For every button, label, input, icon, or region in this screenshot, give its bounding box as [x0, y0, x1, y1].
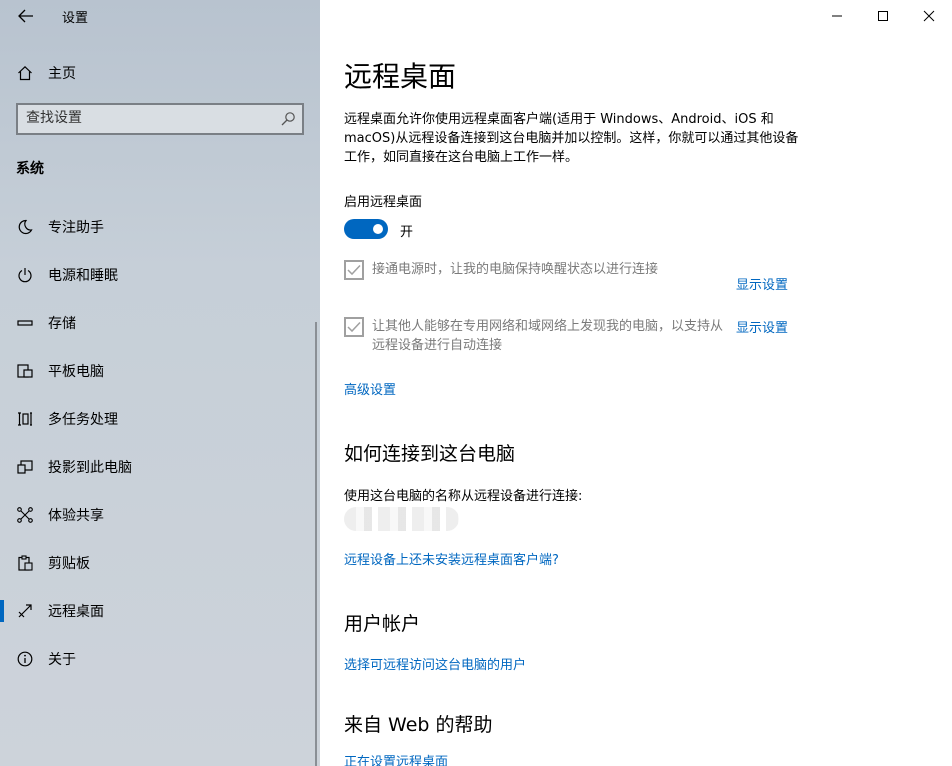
clipboard-icon	[15, 553, 35, 573]
close-button[interactable]	[906, 0, 952, 32]
show-settings-link-2[interactable]: 显示设置	[736, 317, 788, 336]
sidebar-item-label: 关于	[48, 652, 76, 668]
close-icon	[923, 10, 935, 22]
enable-remote-desktop-label: 启用远程桌面	[344, 195, 423, 210]
sidebar-item-power-sleep[interactable]: 电源和睡眠	[0, 255, 320, 295]
main-content: 远程桌面 远程桌面允许你使用远程桌面客户端(适用于 Windows、Androi…	[320, 0, 952, 766]
sidebar-item-clipboard[interactable]: 剪贴板	[0, 543, 320, 583]
remote-desktop-toggle[interactable]	[344, 219, 388, 239]
sidebar-item-label: 体验共享	[48, 508, 104, 524]
sidebar-item-remote-desktop[interactable]: 远程桌面	[0, 591, 320, 631]
sidebar-item-label: 投影到此电脑	[48, 460, 132, 476]
toggle-knob	[373, 224, 383, 234]
web-help-heading: 来自 Web 的帮助	[344, 714, 493, 736]
discoverable-label: 让其他人能够在专用网络和域网络上发现我的电脑，以支持从远程设备进行自动连接	[372, 319, 724, 353]
sidebar-item-label: 远程桌面	[48, 604, 104, 620]
sidebar-item-label: 专注助手	[48, 220, 104, 236]
maximize-icon	[878, 11, 888, 21]
client-not-installed-link[interactable]: 远程设备上还未安装远程桌面客户端?	[344, 549, 559, 568]
keep-awake-label: 接通电源时，让我的电脑保持唤醒状态以进行连接	[372, 262, 659, 277]
advanced-settings-link[interactable]: 高级设置	[344, 379, 396, 398]
sidebar-item-tablet[interactable]: 平板电脑	[0, 351, 320, 391]
multitask-icon	[15, 409, 35, 429]
pc-name-label: 使用这台电脑的名称从远程设备进行连接:	[344, 489, 583, 504]
maximize-button[interactable]	[860, 0, 906, 32]
sidebar-scrollbar[interactable]	[315, 322, 317, 766]
checkmark-icon	[347, 321, 361, 333]
search-box[interactable]	[16, 103, 304, 135]
setting-up-remote-desktop-link[interactable]: 正在设置远程桌面	[344, 751, 448, 766]
user-accounts-heading: 用户帐户	[344, 613, 421, 635]
storage-icon	[15, 313, 35, 333]
sidebar-item-project[interactable]: 投影到此电脑	[0, 447, 320, 487]
sidebar-item-label: 电源和睡眠	[48, 268, 118, 284]
sidebar-item-about[interactable]: 关于	[0, 639, 320, 679]
page-title: 远程桌面	[344, 60, 457, 93]
toggle-state-label: 开	[400, 225, 414, 240]
sidebar-item-label: 多任务处理	[48, 412, 118, 428]
sidebar: 设置 主页 系统 专注助手 电源和睡眠 存储 平板电脑	[0, 0, 320, 766]
sidebar-item-storage[interactable]: 存储	[0, 303, 320, 343]
show-settings-link-1[interactable]: 显示设置	[736, 274, 788, 293]
remote-desktop-icon	[15, 601, 35, 621]
sidebar-item-label: 主页	[48, 66, 76, 82]
section-header: 系统	[16, 161, 44, 177]
sidebar-item-label: 平板电脑	[48, 364, 104, 380]
pc-name-redacted	[344, 507, 459, 531]
home-icon	[15, 63, 35, 83]
discoverable-checkbox[interactable]	[344, 317, 364, 337]
search-icon[interactable]	[280, 111, 296, 127]
keep-awake-checkbox[interactable]	[344, 260, 364, 280]
connect-heading: 如何连接到这台电脑	[344, 443, 516, 465]
moon-icon	[15, 217, 35, 237]
minimize-button[interactable]	[814, 0, 860, 32]
tablet-icon	[15, 361, 35, 381]
minimize-icon	[832, 15, 842, 17]
checkmark-icon	[347, 264, 361, 276]
search-input[interactable]	[26, 110, 266, 126]
share-icon	[15, 505, 35, 525]
select-users-link[interactable]: 选择可远程访问这台电脑的用户	[344, 654, 526, 673]
power-icon	[15, 265, 35, 285]
sidebar-item-label: 存储	[48, 316, 76, 332]
back-button[interactable]	[12, 3, 40, 29]
sidebar-item-label: 剪贴板	[48, 556, 90, 572]
sidebar-item-multitasking[interactable]: 多任务处理	[0, 399, 320, 439]
window-title: 设置	[62, 11, 89, 26]
back-arrow-icon	[18, 9, 33, 23]
project-icon	[15, 457, 35, 477]
info-icon	[15, 649, 35, 669]
sidebar-item-home[interactable]: 主页	[0, 53, 320, 93]
sidebar-item-focus-assist[interactable]: 专注助手	[0, 207, 320, 247]
sidebar-item-shared-experiences[interactable]: 体验共享	[0, 495, 320, 535]
page-description: 远程桌面允许你使用远程桌面客户端(适用于 Windows、Android、iOS…	[344, 112, 799, 165]
